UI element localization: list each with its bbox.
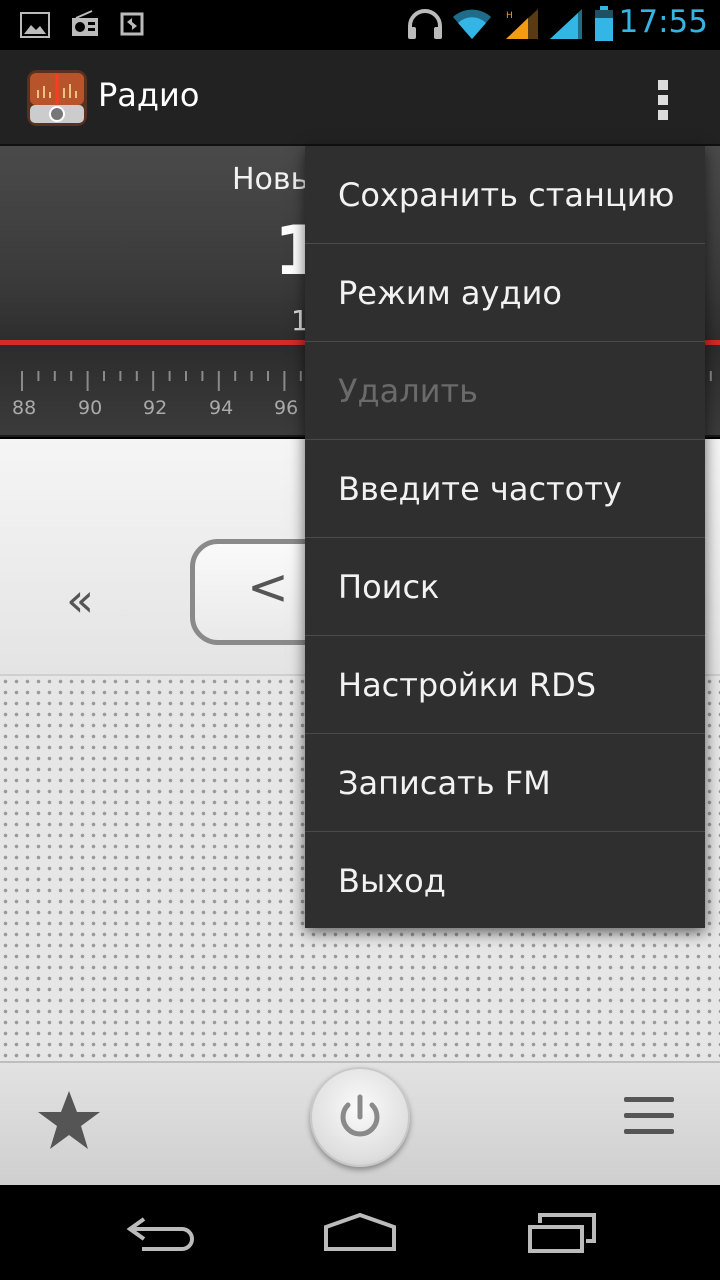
wifi-icon: [453, 9, 491, 39]
power-button[interactable]: [310, 1067, 410, 1167]
menu-item-search[interactable]: Поиск: [305, 538, 705, 636]
recent-apps-icon[interactable]: [526, 1211, 598, 1255]
svg-text:H: H: [506, 11, 513, 21]
signal-icon: [550, 9, 582, 39]
status-bar: H 17:55: [0, 0, 720, 50]
signal-icon: H: [506, 9, 538, 39]
power-icon: [340, 1094, 380, 1137]
menu-item-audio-mode[interactable]: Режим аудио: [305, 244, 705, 342]
back-icon[interactable]: [124, 1213, 196, 1253]
menu-item-record-fm[interactable]: Записать FM: [305, 734, 705, 832]
battery-icon: [595, 6, 613, 41]
dial-label: 88: [12, 397, 37, 419]
station-name: Новы: [232, 162, 315, 197]
radio-icon: [72, 10, 98, 36]
status-time: 17:55: [618, 4, 708, 40]
chevron-left-icon: <: [247, 558, 289, 616]
headphones-icon: [408, 9, 442, 39]
overflow-menu-icon[interactable]: [640, 76, 688, 124]
image-icon: [20, 12, 50, 38]
star-icon[interactable]: [36, 1087, 102, 1153]
home-icon[interactable]: [322, 1211, 398, 1253]
menu-item-exit[interactable]: Выход: [305, 832, 705, 930]
menu-item-save-station[interactable]: Сохранить станцию: [305, 146, 705, 244]
app-title: Радио: [98, 76, 200, 114]
seek-previous-button[interactable]: «: [66, 573, 94, 627]
overflow-menu: Сохранить станцию Режим аудио Удалить Вв…: [305, 146, 705, 928]
menu-item-delete: Удалить: [305, 342, 705, 440]
dial-label: 90: [78, 397, 103, 419]
menu-item-rds-settings[interactable]: Настройки RDS: [305, 636, 705, 734]
radio-app-icon[interactable]: [26, 68, 88, 128]
navigation-bar: [0, 1185, 720, 1280]
menu-item-enter-frequency[interactable]: Введите частоту: [305, 440, 705, 538]
dial-label: 96: [274, 397, 299, 419]
dial-label: 92: [143, 397, 168, 419]
sync-icon: [120, 12, 144, 36]
action-bar: Радио: [0, 50, 720, 146]
dial-label: 94: [209, 397, 234, 419]
list-icon[interactable]: [624, 1097, 676, 1141]
bottom-control-bar: [0, 1061, 720, 1185]
